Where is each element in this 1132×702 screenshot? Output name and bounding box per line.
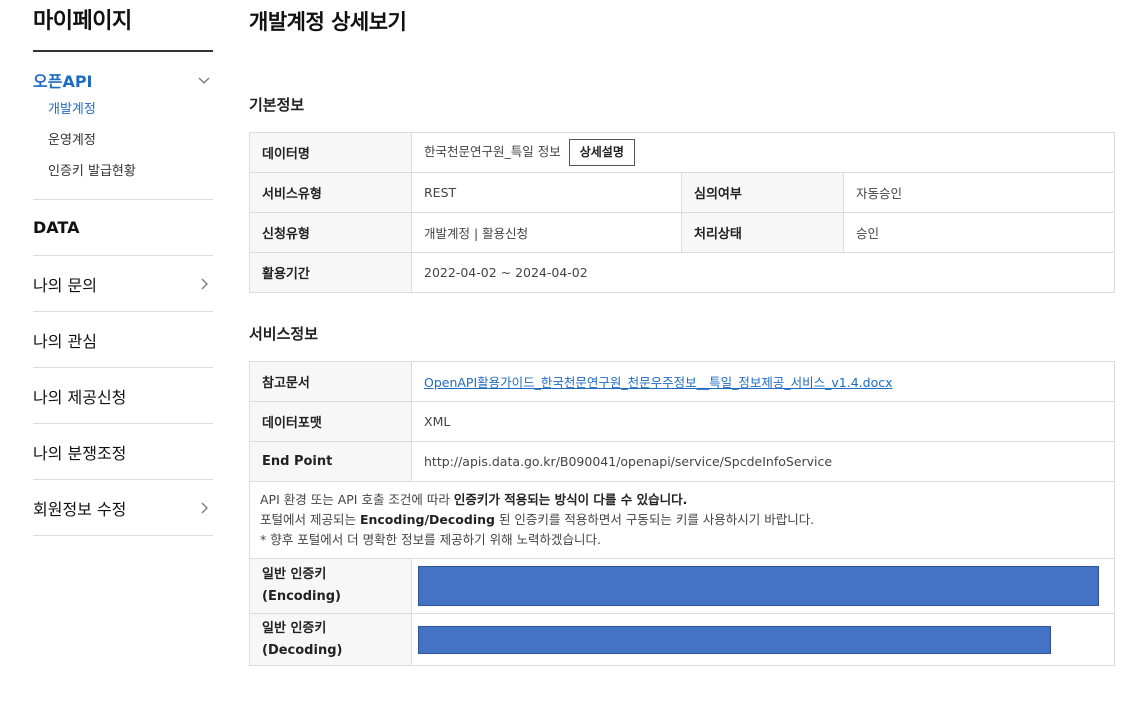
table-row: 데이터명 한국천문연구원_특일 정보 상세설명 (249, 132, 1116, 173)
status-label: 처리상태 (681, 212, 844, 253)
sidebar-subitem-key-status[interactable]: 인증키 발급현황 (33, 156, 213, 187)
sidebar-item-label: 나의 분쟁조정 (33, 443, 127, 463)
data-name-value: 한국천문연구원_특일 정보 (424, 144, 561, 159)
service-type-value: REST (411, 172, 682, 213)
sidebar-item-interest[interactable]: 나의 관심 (33, 312, 213, 367)
status-value: 승인 (842, 212, 1116, 253)
menu-group-openapi: 오픈API 개발계정 운영계정 인증키 발급현황 (33, 52, 213, 200)
detail-button[interactable]: 상세설명 (568, 139, 635, 166)
page-title: 개발계정 상세보기 (249, 10, 407, 34)
key-decoding-sublabel: (Decoding) (262, 642, 343, 658)
table-row: 신청유형 개발계정 | 활용신청 처리상태 승인 (249, 212, 1116, 253)
sidebar-item-provide[interactable]: 나의 제공신청 (33, 368, 213, 423)
data-name-cell: 한국천문연구원_특일 정보 상세설명 (410, 132, 1116, 173)
menu-group-provide: 나의 제공신청 (33, 368, 213, 424)
key-encoding-cell (411, 558, 1115, 614)
notice-line-3: * 향후 포털에서 더 명확한 정보를 제공하기 위해 노력하겠습니다. (260, 532, 602, 547)
format-value: XML (411, 401, 1115, 442)
sidebar-subitem-ops-account[interactable]: 운영계정 (33, 125, 213, 156)
menu-group-data: DATA (33, 200, 213, 256)
sidebar-subitem-dev-account[interactable]: 개발계정 (33, 94, 213, 125)
sidebar-item-label: 나의 제공신청 (33, 387, 127, 407)
sidebar-item-label: 나의 문의 (33, 275, 97, 295)
menu-group-member: 회원정보 수정 (33, 480, 213, 536)
table-row: 참고문서 OpenAPI활용가이드_한국천문연구원_천문우주정보__특일_정보제… (249, 361, 1115, 402)
sidebar: 마이페이지 오픈API 개발계정 운영계정 인증키 발급현황 DATA 나의 문… (33, 0, 213, 536)
period-label: 활용기간 (249, 252, 412, 293)
table-row: 일반 인증키 (Decoding) (249, 613, 1115, 666)
notice-text: 된 인증키를 적용하면서 구동되는 키를 사용하시기 바랍니다. (494, 512, 815, 527)
key-decoding-cell (411, 613, 1115, 666)
main-content: 개발계정 상세보기 기본정보 데이터명 한국천문연구원_특일 정보 상세설명 서… (249, 0, 1116, 666)
openapi-submenu: 개발계정 운영계정 인증키 발급현황 (33, 94, 213, 199)
endpoint-label: End Point (249, 441, 412, 482)
table-row: API 환경 또는 API 호출 조건에 따라 인증키가 적용되는 방식이 다를… (249, 481, 1115, 559)
sidebar-item-dispute[interactable]: 나의 분쟁조정 (33, 424, 213, 479)
review-label: 심의여부 (681, 172, 844, 213)
notice-line-1: API 환경 또는 API 호출 조건에 따라 인증키가 적용되는 방식이 다를… (260, 490, 1104, 510)
section-title-service: 서비스정보 (249, 325, 319, 343)
chevron-down-icon (197, 73, 211, 87)
key-encoding-sublabel: (Encoding) (262, 589, 341, 604)
sidebar-title: 마이페이지 (33, 0, 213, 52)
table-row: 데이터포맷 XML (249, 401, 1115, 442)
chevron-right-icon (197, 501, 211, 515)
period-value: 2022-04-02 ~ 2024-04-02 (410, 252, 1116, 293)
notice-emphasis: 인증키가 적용되는 방식이 다를 수 있습니다. (453, 492, 688, 507)
menu-group-dispute: 나의 분쟁조정 (33, 424, 213, 480)
notice-emphasis: Encoding/Decoding (359, 512, 495, 527)
table-row: 활용기간 2022-04-02 ~ 2024-04-02 (249, 252, 1116, 293)
table-row: 일반 인증키 (Encoding) (249, 558, 1115, 614)
apply-type-label: 신청유형 (249, 212, 412, 253)
key-notice: API 환경 또는 API 호출 조건에 따라 인증키가 적용되는 방식이 다를… (249, 481, 1115, 559)
sidebar-item-label: DATA (33, 218, 80, 237)
key-encoding-label-cell: 일반 인증키 (Encoding) (249, 558, 412, 614)
data-name-label: 데이터명 (249, 132, 412, 173)
table-row: End Point http://apis.data.go.kr/B090041… (249, 441, 1115, 482)
ref-doc-cell: OpenAPI활용가이드_한국천문연구원_천문우주정보__특일_정보제공_서비스… (411, 361, 1115, 402)
notice-text: 포털에서 제공되는 (260, 512, 360, 527)
key-encoding-redaction (418, 566, 1099, 606)
sidebar-item-data[interactable]: DATA (33, 200, 213, 255)
service-type-label: 서비스유형 (249, 172, 412, 213)
notice-line-2: 포털에서 제공되는 Encoding/Decoding 된 인증키를 적용하면서… (260, 510, 1104, 530)
sidebar-item-label: 회원정보 수정 (33, 499, 127, 519)
menu-group-inquiry: 나의 문의 (33, 256, 213, 312)
key-decoding-label-cell: 일반 인증키 (Decoding) (249, 613, 412, 666)
section-title-basic: 기본정보 (249, 96, 305, 114)
service-info-table: 참고문서 OpenAPI활용가이드_한국천문연구원_천문우주정보__특일_정보제… (249, 361, 1115, 666)
sidebar-item-label: 오픈API (33, 72, 93, 91)
sidebar-item-member-edit[interactable]: 회원정보 수정 (33, 480, 213, 535)
review-value: 자동승인 (842, 172, 1116, 213)
notice-text: API 환경 또는 API 호출 조건에 따라 (260, 492, 454, 507)
endpoint-value: http://apis.data.go.kr/B090041/openapi/s… (411, 441, 1115, 482)
chevron-right-icon (197, 277, 211, 291)
ref-doc-link[interactable]: OpenAPI활용가이드_한국천문연구원_천문우주정보__특일_정보제공_서비스… (424, 375, 893, 390)
menu-group-interest: 나의 관심 (33, 312, 213, 368)
basic-info-table: 데이터명 한국천문연구원_특일 정보 상세설명 서비스유형 REST 심의여부 … (249, 132, 1116, 293)
sidebar-item-inquiry[interactable]: 나의 문의 (33, 256, 213, 311)
sidebar-item-label: 나의 관심 (33, 331, 97, 351)
ref-doc-label: 참고문서 (249, 361, 412, 402)
format-label: 데이터포맷 (249, 401, 412, 442)
key-decoding-redaction (418, 625, 1051, 654)
apply-type-value: 개발계정 | 활용신청 (411, 212, 682, 253)
table-row: 서비스유형 REST 심의여부 자동승인 (249, 172, 1116, 213)
key-encoding-label: 일반 인증키 (262, 567, 327, 582)
key-decoding-label: 일반 인증키 (262, 620, 327, 636)
